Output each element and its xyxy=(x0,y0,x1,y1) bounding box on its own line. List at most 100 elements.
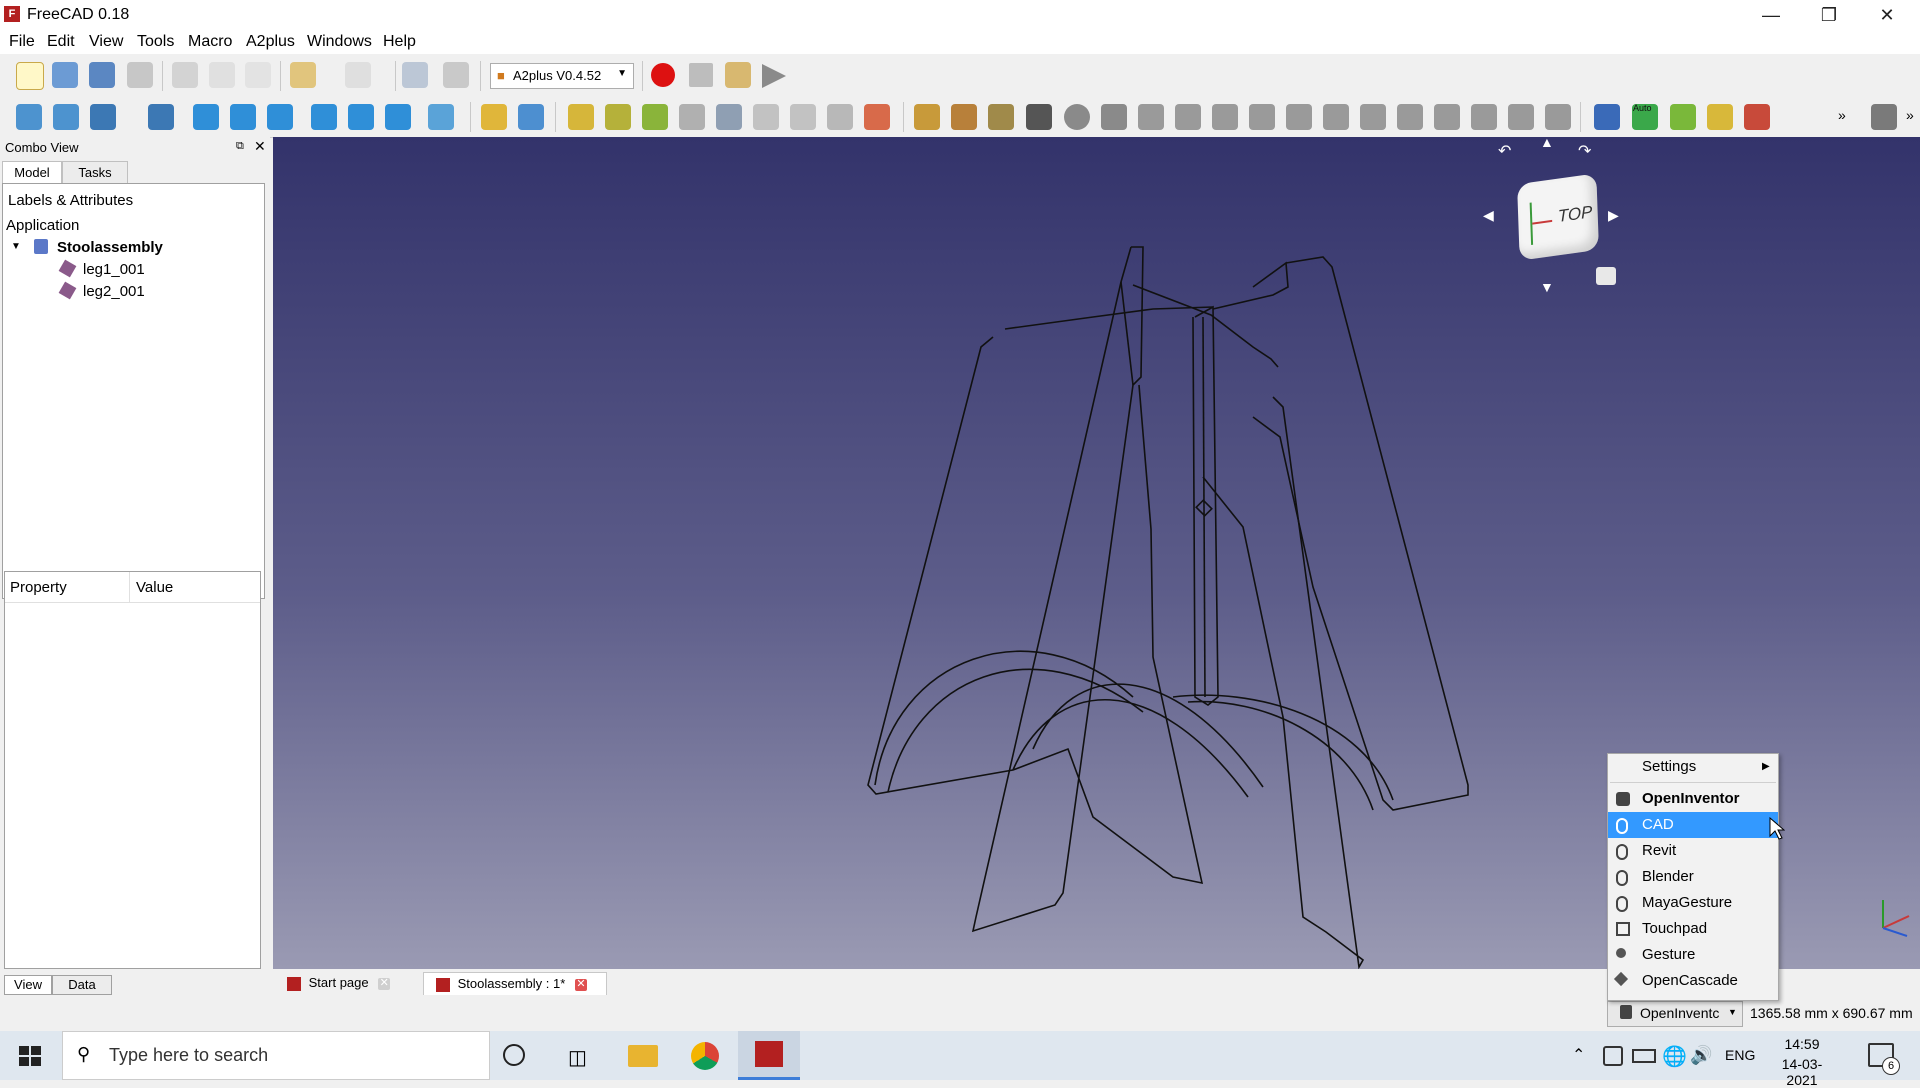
toolbar-overflow-icon-2[interactable]: » xyxy=(1906,107,1914,123)
axis-coincident-icon[interactable] xyxy=(1249,104,1275,130)
tab-data[interactable]: Data xyxy=(52,975,112,995)
arrow-up-icon[interactable]: ▲ xyxy=(1540,137,1554,150)
battery-icon[interactable] xyxy=(1632,1049,1656,1063)
move-part-icon[interactable] xyxy=(679,104,705,130)
tree-document[interactable]: Stoolassembly xyxy=(57,239,163,256)
auto-mode-icon[interactable]: Auto xyxy=(1632,103,1658,130)
arrow-left-icon[interactable]: ◀ xyxy=(1483,207,1494,224)
view-menu-cube-icon[interactable] xyxy=(1596,267,1616,285)
open-file-icon[interactable] xyxy=(52,62,78,88)
flip-direction-icon[interactable] xyxy=(988,104,1014,130)
menu-item-mayagesture[interactable]: MayaGesture xyxy=(1608,890,1778,916)
menu-item-cad[interactable]: CAD xyxy=(1608,812,1778,838)
menu-item-settings[interactable]: Settings ▶ xyxy=(1608,754,1778,780)
print-icon[interactable] xyxy=(127,62,153,88)
macro-stop-icon[interactable] xyxy=(689,63,713,87)
settings-toolbar-icon[interactable] xyxy=(1871,104,1897,130)
add-shape-icon[interactable] xyxy=(605,104,631,130)
point-on-plane-icon[interactable] xyxy=(1138,104,1164,130)
repair-tree-icon[interactable] xyxy=(1744,104,1770,130)
tab-tasks[interactable]: Tasks xyxy=(62,161,128,183)
view-left-icon[interactable] xyxy=(385,104,411,130)
axis-plane-parallel-icon[interactable] xyxy=(1323,104,1349,130)
device-icon[interactable] xyxy=(1603,1046,1623,1066)
plane-coincident-icon[interactable] xyxy=(1397,104,1423,130)
clock[interactable]: 14:59 14-03-2021 xyxy=(1772,1036,1832,1088)
macro-edit-icon[interactable] xyxy=(725,62,751,88)
point-identity-icon[interactable] xyxy=(1064,104,1090,130)
menu-view[interactable]: View xyxy=(89,33,123,51)
freecad-taskbar-button[interactable] xyxy=(738,1031,800,1080)
cube-face-top[interactable]: TOP xyxy=(1517,173,1599,261)
edit-part-icon[interactable] xyxy=(753,104,779,130)
undo-icon[interactable] xyxy=(290,62,316,88)
create-part-icon[interactable] xyxy=(481,104,507,130)
refresh-icon[interactable] xyxy=(402,62,428,88)
menu-a2plus[interactable]: A2plus xyxy=(246,33,295,51)
constraint-extra-icon[interactable] xyxy=(1545,104,1571,130)
chevron-down-icon[interactable]: ▼ xyxy=(11,241,21,252)
convert-part-icon[interactable] xyxy=(790,104,816,130)
copy-icon[interactable] xyxy=(209,62,235,88)
measure-icon[interactable] xyxy=(428,104,454,130)
view-front-icon[interactable] xyxy=(193,104,219,130)
whats-this-icon[interactable] xyxy=(443,62,469,88)
tab-view[interactable]: View xyxy=(4,975,52,995)
bom-icon[interactable] xyxy=(1707,104,1733,130)
update-imports-icon[interactable] xyxy=(642,104,668,130)
angled-planes-icon[interactable] xyxy=(1434,104,1460,130)
cortana-icon[interactable] xyxy=(503,1044,525,1066)
isolate-icon[interactable] xyxy=(1670,104,1696,130)
sphere-constraint-icon[interactable] xyxy=(1175,104,1201,130)
language-indicator[interactable]: ENG xyxy=(1725,1047,1755,1063)
taskbar-search[interactable]: ⚲ Type here to search xyxy=(62,1031,490,1080)
menu-edit[interactable]: Edit xyxy=(47,33,75,51)
axis-parallel-icon[interactable] xyxy=(1286,104,1312,130)
delete-constraints-icon[interactable] xyxy=(864,104,890,130)
volume-icon[interactable]: 🔊 xyxy=(1690,1045,1712,1066)
menu-item-openinventor[interactable]: OpenInventor xyxy=(1608,786,1778,812)
view-top-icon[interactable] xyxy=(230,104,256,130)
fit-all-icon[interactable] xyxy=(16,104,42,130)
float-panel-icon[interactable]: ⧉ xyxy=(236,140,244,153)
menu-windows[interactable]: Windows xyxy=(307,33,372,51)
solve-constraints-icon[interactable] xyxy=(914,104,940,130)
menu-item-revit[interactable]: Revit xyxy=(1608,838,1778,864)
menu-item-blender[interactable]: Blender xyxy=(1608,864,1778,890)
menu-macro[interactable]: Macro xyxy=(188,33,232,51)
menu-file[interactable]: File xyxy=(9,33,35,51)
redo-icon[interactable] xyxy=(345,62,371,88)
plane-parallel-icon[interactable] xyxy=(1360,104,1386,130)
point-on-line-icon[interactable] xyxy=(1101,104,1127,130)
view-rear-icon[interactable] xyxy=(311,104,337,130)
menu-item-touchpad[interactable]: Touchpad xyxy=(1608,916,1778,942)
view-axonometric-icon[interactable] xyxy=(148,104,174,130)
delete-icon[interactable] xyxy=(1026,104,1052,130)
navigation-cube[interactable]: ↶ ▲ ↷ ◀ ▶ ▼ TOP xyxy=(1468,137,1628,295)
isometric-view-icon[interactable] xyxy=(90,104,116,130)
network-icon[interactable]: 🌐 xyxy=(1662,1044,1687,1069)
fork-part-icon[interactable] xyxy=(827,104,853,130)
save-icon[interactable] xyxy=(89,62,115,88)
arrow-right-icon[interactable]: ▶ xyxy=(1608,207,1619,224)
menu-item-opencascade[interactable]: OpenCascade xyxy=(1608,968,1778,994)
menu-help[interactable]: Help xyxy=(383,33,416,51)
auto-solve-icon[interactable] xyxy=(951,104,977,130)
macro-record-icon[interactable] xyxy=(651,63,675,87)
new-file-icon[interactable] xyxy=(16,62,44,90)
nav-style-button[interactable]: OpenInventc ▼ xyxy=(1607,1001,1743,1027)
restore-button[interactable]: ❐ xyxy=(1800,0,1858,30)
constraint-icon[interactable] xyxy=(1508,104,1534,130)
tree-item-leg2[interactable]: leg2_001 xyxy=(83,283,145,300)
windows-start-icon[interactable] xyxy=(19,1046,41,1066)
task-view-icon[interactable]: ◫ xyxy=(568,1045,587,1070)
rotate-right-icon[interactable]: ↷ xyxy=(1578,141,1591,161)
view-bottom-icon[interactable] xyxy=(348,104,374,130)
doc-tab-start-page[interactable]: Start page ✕ xyxy=(287,972,391,994)
chevron-up-icon[interactable]: ⌃ xyxy=(1572,1045,1585,1065)
rotate-left-icon[interactable]: ↶ xyxy=(1498,141,1511,161)
macro-run-icon[interactable] xyxy=(762,64,786,88)
cut-icon[interactable] xyxy=(172,62,198,88)
add-part-icon[interactable] xyxy=(568,104,594,130)
close-tab-icon[interactable]: ✕ xyxy=(378,977,391,990)
